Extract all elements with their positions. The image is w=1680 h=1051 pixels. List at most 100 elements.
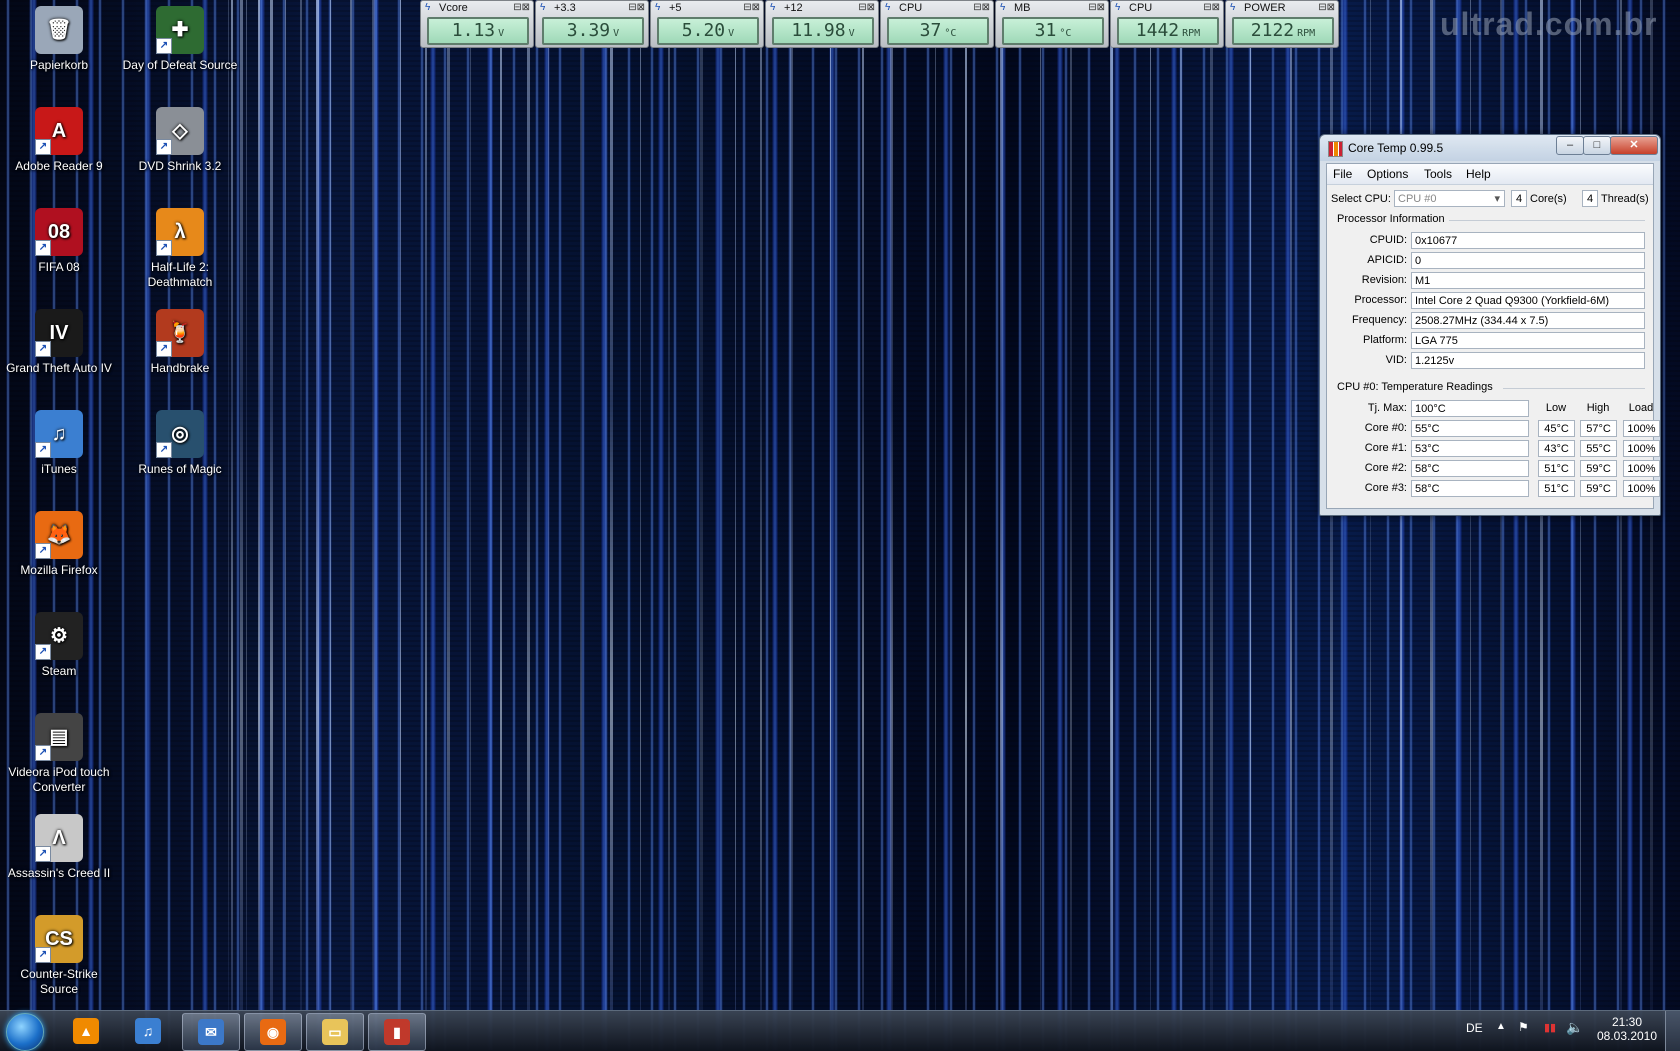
- shortcut-arrow-icon: ↗: [35, 543, 51, 559]
- desktop-icon[interactable]: ⚙ ↗ Steam: [1, 606, 117, 679]
- gadget-unit: °C: [1059, 28, 1072, 39]
- gadget-controls[interactable]: ⊟⊠: [743, 2, 760, 13]
- gadget-title: Vcore: [439, 2, 468, 14]
- language-indicator[interactable]: DE: [1466, 1021, 1483, 1035]
- desktop-icon[interactable]: ▤ ↗ Videora iPod touch Converter: [1, 707, 117, 795]
- cores-count: 4: [1511, 190, 1527, 207]
- shortcut-arrow-icon: ↗: [156, 38, 172, 54]
- core-high: 59°C: [1580, 480, 1617, 497]
- gadget-title: POWER: [1244, 2, 1286, 14]
- start-button[interactable]: [6, 1013, 44, 1051]
- select-cpu-dropdown[interactable]: CPU #0 ▾: [1394, 190, 1505, 207]
- info-value: LGA 775: [1411, 332, 1645, 349]
- desktop-icon-label: DVD Shrink 3.2: [138, 159, 222, 173]
- tray-expand-icon[interactable]: ▲: [1496, 1021, 1506, 1032]
- core-low: 43°C: [1538, 440, 1575, 457]
- gadget-display: 1442 RPM: [1117, 17, 1219, 45]
- show-desktop-button[interactable]: [1665, 1011, 1680, 1051]
- cores-label: Core(s): [1530, 193, 1567, 205]
- core-high: 57°C: [1580, 420, 1617, 437]
- volume-icon[interactable]: 🔈: [1566, 1019, 1583, 1036]
- desktop-icon[interactable]: ✚ ↗ Day of Defeat Source: [122, 0, 238, 73]
- gadget-display: 3.39 V: [542, 17, 644, 45]
- desktop-icon[interactable]: CS ↗ Counter-Strike Source: [1, 909, 117, 997]
- gadget-controls[interactable]: ⊟⊠: [1203, 2, 1220, 13]
- core-high: 59°C: [1580, 460, 1617, 477]
- desktop-icon[interactable]: ♫ ↗ iTunes: [1, 404, 117, 477]
- desktop-icon[interactable]: A ↗ Adobe Reader 9: [1, 101, 117, 174]
- desktop-icon[interactable]: 🍹 ↗ Handbrake: [122, 303, 238, 376]
- gadget-display: 31 °C: [1002, 17, 1104, 45]
- select-cpu-value: CPU #0: [1398, 193, 1437, 205]
- desktop-icon[interactable]: Λ ↗ Assassin's Creed II: [1, 808, 117, 881]
- sensor-gadget[interactable]: ϟ Vcore ⊟⊠ 1.13 V: [420, 0, 534, 48]
- taskbar-app-button[interactable]: ▭: [306, 1013, 364, 1051]
- desktop-icon[interactable]: ◎ ↗ Runes of Magic: [122, 404, 238, 477]
- action-center-flag-icon[interactable]: ⚑: [1518, 1020, 1529, 1034]
- desktop-icon[interactable]: ◇ ↗ DVD Shrink 3.2: [122, 101, 238, 174]
- core-label: Core #2:: [1364, 462, 1407, 474]
- maximize-button[interactable]: □: [1583, 136, 1611, 155]
- gadget-controls[interactable]: ⊟⊠: [628, 2, 645, 13]
- desktop-icon-label: Counter-Strike Source: [20, 967, 98, 996]
- dvd-shrink-icon: ◇ ↗: [156, 107, 204, 155]
- sensor-gadget[interactable]: ϟ CPU ⊟⊠ 1442 RPM: [1110, 0, 1224, 48]
- gadget-title: MB: [1014, 2, 1031, 14]
- wallpaper-streak: [425, 0, 427, 1010]
- close-button[interactable]: ✕: [1610, 136, 1658, 155]
- coretemp-icon: ▮: [384, 1019, 410, 1045]
- wallpaper-streak: [500, 0, 502, 1010]
- threads-count: 4: [1582, 190, 1598, 207]
- sensor-gadget[interactable]: ϟ +12 ⊟⊠ 11.98 V: [765, 0, 879, 48]
- network-icon[interactable]: ▮▮: [1544, 1021, 1556, 1034]
- gadget-controls[interactable]: ⊟⊠: [858, 2, 875, 13]
- gadget-value: 1.13: [451, 20, 496, 41]
- info-value: 1.2125v: [1411, 352, 1645, 369]
- tjmax-label: Tj. Max:: [1367, 402, 1407, 414]
- gadget-unit: V: [498, 28, 505, 39]
- gadget-controls[interactable]: ⊟⊠: [1088, 2, 1105, 13]
- wallpaper-streak: [580, 0, 582, 1010]
- wallpaper-streak: [1070, 0, 1072, 1010]
- taskbar-app-button[interactable]: ▲: [58, 1013, 114, 1049]
- desktop-icon[interactable]: 🗑 Papierkorb: [1, 0, 117, 73]
- taskbar-app-button[interactable]: ◉: [244, 1013, 302, 1051]
- clock[interactable]: 21:30 08.03.2010: [1592, 1015, 1662, 1043]
- taskbar-app-button[interactable]: ♫: [120, 1013, 176, 1049]
- sensor-gadget[interactable]: ϟ MB ⊟⊠ 31 °C: [995, 0, 1109, 48]
- minimize-button[interactable]: –: [1556, 136, 1584, 155]
- gadget-display: 2122 RPM: [1232, 17, 1334, 45]
- menu-options[interactable]: Options: [1367, 167, 1408, 181]
- col-load-header: Load: [1628, 402, 1654, 414]
- gadget-value: 1442: [1135, 20, 1180, 41]
- taskbar-app-button[interactable]: ▮: [368, 1013, 426, 1051]
- gadget-controls[interactable]: ⊟⊠: [973, 2, 990, 13]
- wallpaper-streak: [527, 0, 530, 1010]
- menu-file[interactable]: File: [1333, 167, 1352, 181]
- desktop-icon[interactable]: 🦊 ↗ Mozilla Firefox: [1, 505, 117, 578]
- shortcut-arrow-icon: ↗: [156, 442, 172, 458]
- sensor-gadget[interactable]: ϟ CPU ⊟⊠ 37 °C: [880, 0, 994, 48]
- desktop-icon[interactable]: λ ↗ Half-Life 2: Deathmatch: [122, 202, 238, 290]
- coretemp-window: Core Temp 0.99.5 – □ ✕ File Options Tool…: [1319, 134, 1661, 516]
- menu-help[interactable]: Help: [1466, 167, 1491, 181]
- taskbar-app-button[interactable]: ✉: [182, 1013, 240, 1051]
- group-divider: [1503, 388, 1645, 389]
- menu-tools[interactable]: Tools: [1424, 167, 1452, 181]
- fifa-icon: 08 ↗: [35, 208, 83, 256]
- gadget-controls[interactable]: ⊟⊠: [513, 2, 530, 13]
- info-label: VID:: [1385, 354, 1407, 366]
- gadget-display: 5.20 V: [657, 17, 759, 45]
- gadget-unit: V: [613, 28, 620, 39]
- gadget-title: +12: [784, 2, 803, 14]
- gadget-controls[interactable]: ⊟⊠: [1318, 2, 1335, 13]
- desktop-icon[interactable]: 08 ↗ FIFA 08: [1, 202, 117, 275]
- sensor-gadget[interactable]: ϟ +5 ⊟⊠ 5.20 V: [650, 0, 764, 48]
- window-titlebar[interactable]: Core Temp 0.99.5 – □ ✕: [1320, 135, 1660, 161]
- sensor-gadget[interactable]: ϟ POWER ⊟⊠ 2122 RPM: [1225, 0, 1339, 48]
- group-divider: [1449, 220, 1645, 221]
- sensor-gadget[interactable]: ϟ +3.3 ⊟⊠ 3.39 V: [535, 0, 649, 48]
- desktop-icon[interactable]: IV ↗ Grand Theft Auto IV: [1, 303, 117, 376]
- taskbar: ▲ ♫ ✉ ◉ ▭ ▮ DE ▲ ⚑ ▮▮ 🔈 21:30 08.03.2010: [0, 1010, 1680, 1051]
- runes-of-magic-icon: ◎ ↗: [156, 410, 204, 458]
